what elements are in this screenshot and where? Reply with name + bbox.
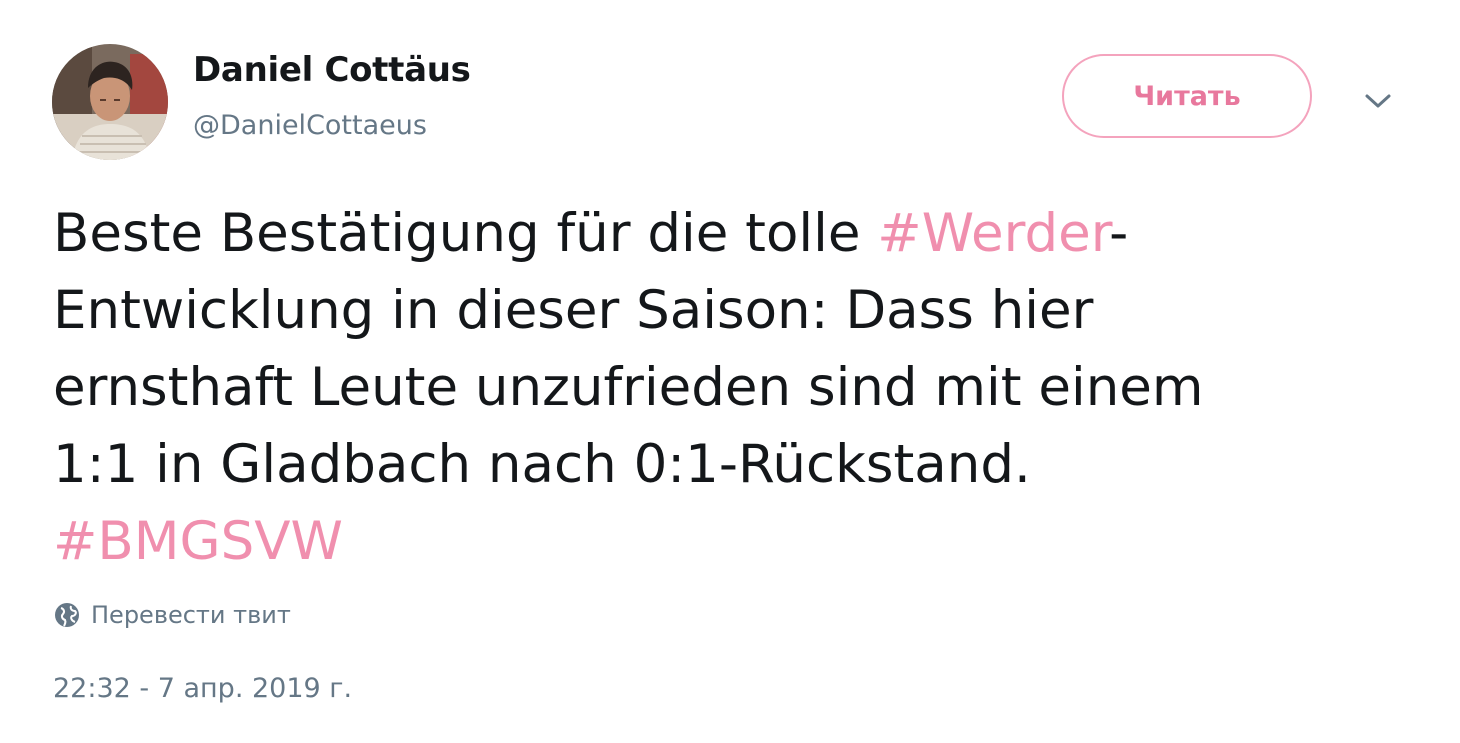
tweet-text-segment: Beste Bestätigung für die tolle (53, 203, 878, 264)
tweet-line: #BMGSVW (53, 503, 1383, 580)
tweet-line: Beste Bestätigung für die tolle #Werder- (53, 195, 1383, 272)
hashtag-link[interactable]: #BMGSVW (53, 511, 343, 572)
globe-icon (55, 603, 79, 627)
author-name[interactable]: Daniel Cottäus (193, 50, 471, 90)
tweet-line: 1:1 in Gladbach nach 0:1-Rückstand. (53, 434, 1031, 495)
tweet-card: Daniel Cottäus @DanielCottaeus Читать Be… (0, 0, 1460, 743)
tweet-line: Entwicklung in dieser Saison: Dass hier (53, 280, 1094, 341)
translate-label: Перевести твит (91, 601, 291, 629)
tweet-timestamp[interactable]: 22:32 - 7 апр. 2019 г. (53, 673, 352, 704)
hashtag-link[interactable]: #Werder (877, 203, 1109, 264)
tweet-text-segment: - (1109, 203, 1129, 264)
translate-tweet-link[interactable]: Перевести твит (53, 601, 291, 629)
tweet-line: ernsthaft Leute unzufrieden sind mit ein… (53, 357, 1204, 418)
tweet-text: Beste Bestätigung für die tolle #Werder-… (53, 195, 1383, 580)
follow-button[interactable]: Читать (1062, 54, 1312, 138)
avatar[interactable] (52, 44, 168, 160)
avatar-image (52, 44, 168, 160)
chevron-down-icon[interactable] (1360, 86, 1396, 116)
author-handle[interactable]: @DanielCottaeus (193, 110, 427, 141)
